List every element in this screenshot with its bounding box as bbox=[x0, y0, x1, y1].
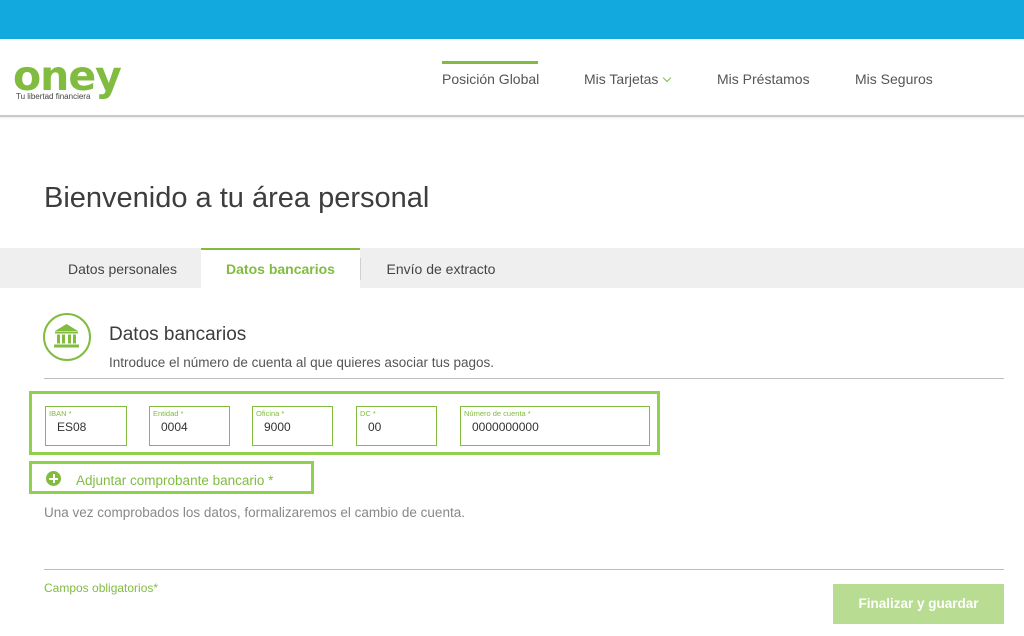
tab-datos-bancarios[interactable]: Datos bancarios bbox=[201, 248, 360, 288]
bank-icon bbox=[43, 313, 91, 361]
chevron-down-icon bbox=[663, 73, 672, 83]
dc-value: 00 bbox=[368, 420, 382, 434]
oficina-value: 9000 bbox=[264, 420, 291, 434]
logo-tagline: Tu libertad financiera bbox=[16, 92, 91, 101]
section-title: Datos bancarios bbox=[109, 324, 247, 345]
account-fields-group: IBAN * ES08 Entidad * 0004 Oficina * 900… bbox=[29, 391, 660, 455]
dc-label: DC * bbox=[360, 409, 376, 418]
tab-envio-de-extracto[interactable]: Envío de extracto bbox=[361, 248, 521, 288]
iban-value: ES08 bbox=[57, 420, 87, 434]
top-bar bbox=[0, 0, 1024, 39]
required-fields-note: Campos obligatorios* bbox=[44, 581, 159, 595]
footer-divider bbox=[44, 569, 1004, 570]
save-button[interactable]: Finalizar y guardar bbox=[833, 584, 1004, 624]
plus-circle-icon bbox=[46, 471, 61, 486]
tab-bar: Datos personales Datos bancarios Envío d… bbox=[0, 248, 1024, 288]
nav-item-mis-prestamos[interactable]: Mis Préstamos bbox=[717, 71, 810, 87]
nav-item-mis-seguros[interactable]: Mis Seguros bbox=[855, 71, 933, 87]
oficina-label: Oficina * bbox=[256, 409, 285, 418]
numero-cuenta-value: 0000000000 bbox=[472, 420, 539, 434]
header: oney Tu libertad financiera Posición Glo… bbox=[0, 39, 1024, 117]
tab-datos-personales[interactable]: Datos personales bbox=[44, 248, 201, 288]
oney-logo[interactable]: oney Tu libertad financiera bbox=[13, 56, 133, 106]
iban-field[interactable]: IBAN * ES08 bbox=[45, 406, 127, 446]
section-subtitle: Introduce el número de cuenta al que qui… bbox=[109, 355, 494, 370]
attach-receipt-button[interactable]: Adjuntar comprobante bancario * bbox=[29, 461, 314, 494]
entidad-label: Entidad * bbox=[153, 409, 184, 418]
entidad-value: 0004 bbox=[161, 420, 188, 434]
iban-label: IBAN * bbox=[49, 409, 72, 418]
nav-item-label: Mis Tarjetas bbox=[584, 71, 659, 87]
page-title: Bienvenido a tu área personal bbox=[44, 182, 430, 214]
attach-receipt-label: Adjuntar comprobante bancario * bbox=[76, 473, 274, 488]
numero-cuenta-field[interactable]: Número de cuenta * 0000000000 bbox=[460, 406, 650, 446]
logo-wordmark: oney bbox=[13, 52, 122, 100]
nav-item-posicion-global[interactable]: Posición Global bbox=[442, 71, 539, 87]
entidad-field[interactable]: Entidad * 0004 bbox=[149, 406, 230, 446]
section-divider bbox=[44, 378, 1004, 379]
info-note: Una vez comprobados los datos, formaliza… bbox=[44, 505, 465, 520]
nav-item-mis-tarjetas[interactable]: Mis Tarjetas bbox=[584, 71, 672, 87]
dc-field[interactable]: DC * 00 bbox=[356, 406, 437, 446]
oficina-field[interactable]: Oficina * 9000 bbox=[252, 406, 333, 446]
nav-active-indicator bbox=[442, 61, 538, 64]
numero-cuenta-label: Número de cuenta * bbox=[464, 409, 531, 418]
